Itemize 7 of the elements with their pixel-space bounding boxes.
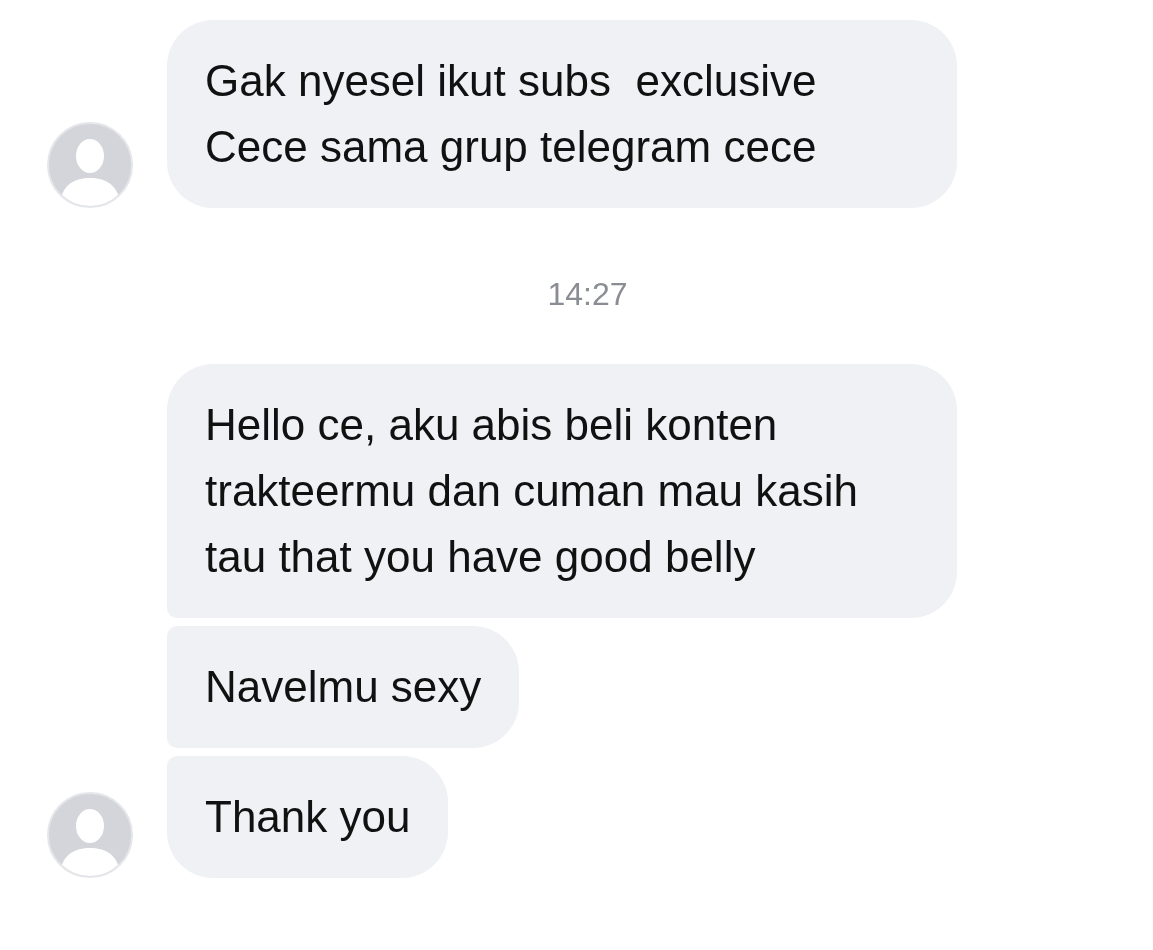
message-bubble: Hello ce, aku abis beli konten trakteermu dan cuman mau kasih tau that you have good belly <box>167 364 957 618</box>
avatar-icon <box>47 122 133 208</box>
message-bubble: Gak nyesel ikut subs exclusive Cece sama grup telegram cece <box>167 20 957 208</box>
avatar-icon <box>47 792 133 878</box>
message-bubble: Thank you <box>167 756 449 878</box>
timestamp: 14:27 <box>547 275 628 314</box>
message-bubble: Navelmu sexy <box>167 626 520 748</box>
